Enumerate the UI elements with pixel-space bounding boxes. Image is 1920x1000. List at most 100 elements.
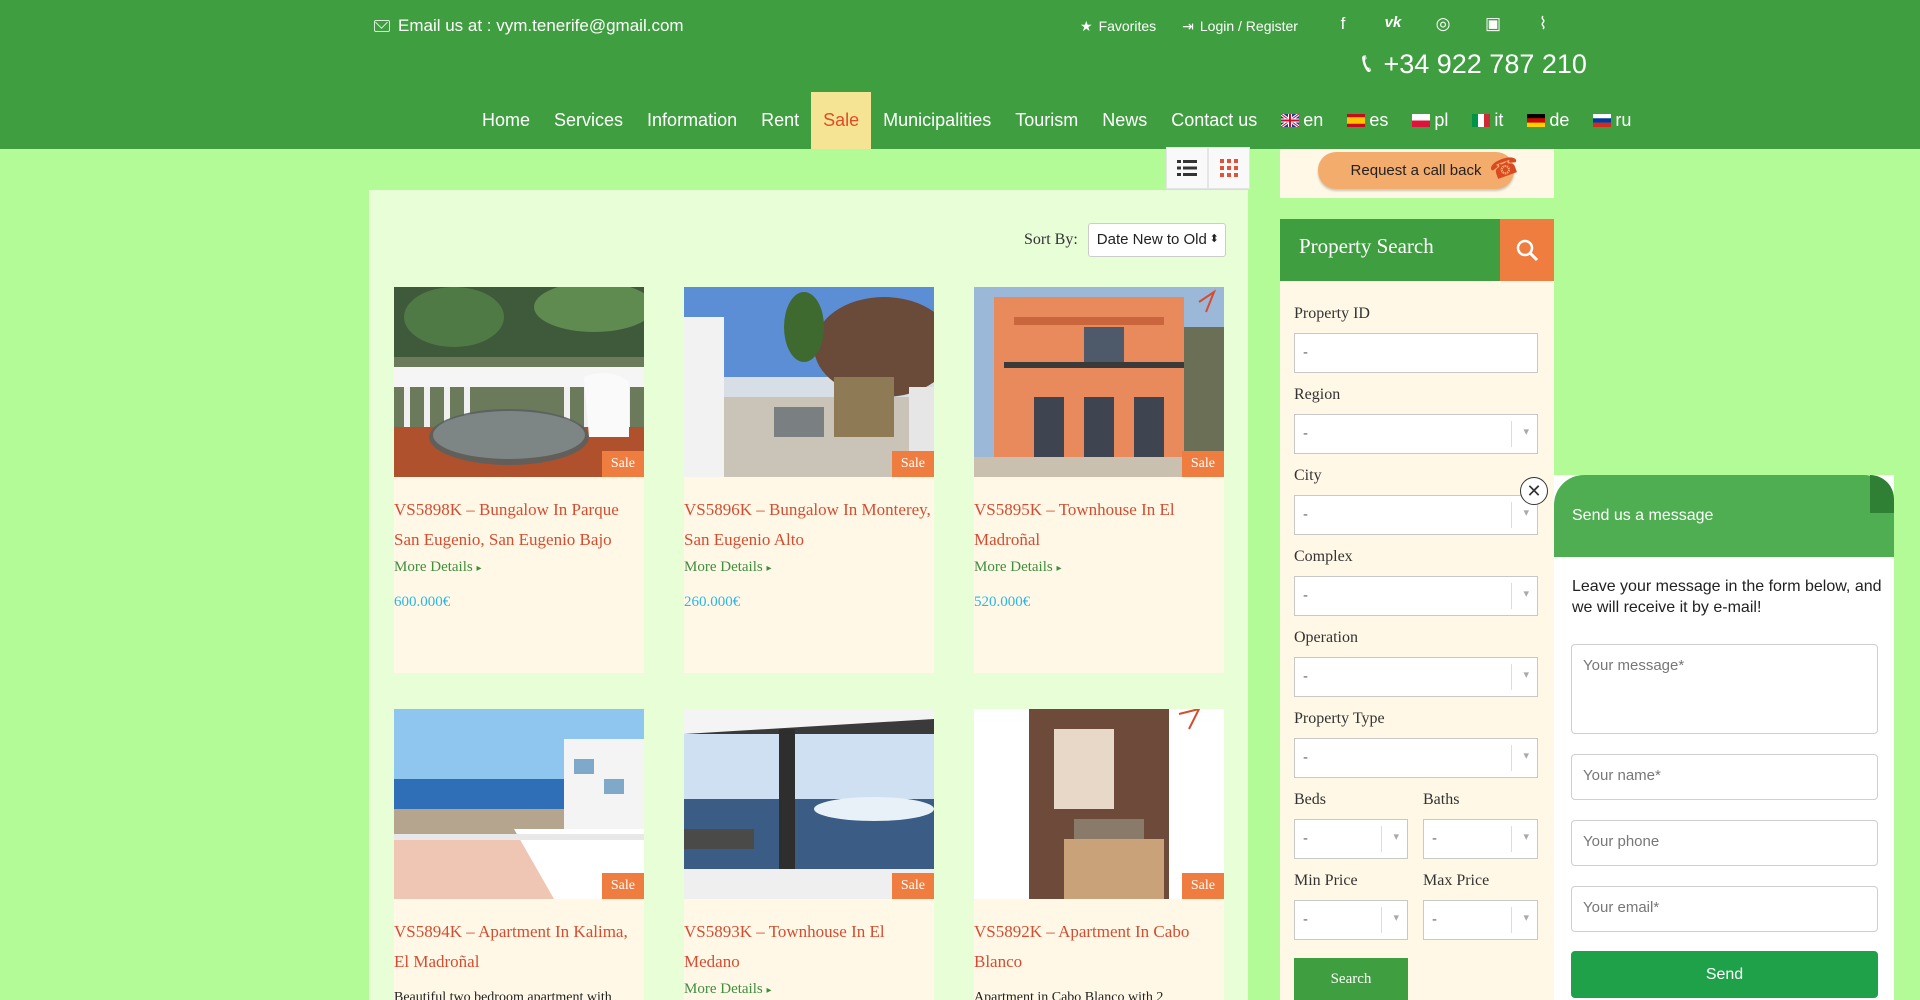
city-label: City xyxy=(1294,467,1322,484)
name-input[interactable]: Your name* xyxy=(1571,754,1878,800)
view-toggle xyxy=(1166,147,1250,189)
login-link[interactable]: ⇥ Login / Register xyxy=(1182,18,1298,35)
sale-badge: Sale xyxy=(891,873,934,899)
email-contact[interactable]: Email us at : vym.tenerife@gmail.com xyxy=(374,16,684,36)
main-nav: Home Services Information Rent Sale Muni… xyxy=(470,92,1643,149)
more-details-link[interactable]: More Details ▸ xyxy=(394,559,644,576)
property-title[interactable]: VS5893K – Townhouse In El Medano xyxy=(684,917,934,977)
star-icon: ★ xyxy=(1080,18,1093,34)
germany-flag-icon xyxy=(1527,114,1546,127)
complex-select[interactable]: - xyxy=(1294,576,1538,616)
nav-contact[interactable]: Contact us xyxy=(1159,92,1269,149)
nav-services[interactable]: Services xyxy=(542,92,635,149)
sort-select[interactable]: Date New to Old xyxy=(1087,223,1226,257)
phone-number[interactable]: 📞︎ +34 922 787 210 xyxy=(1362,48,1587,80)
city-select[interactable]: - xyxy=(1294,495,1538,535)
vk-icon[interactable]: vk xyxy=(1368,14,1418,34)
operation-select[interactable]: - xyxy=(1294,657,1538,697)
property-search-header: Property Search xyxy=(1280,219,1554,281)
russia-flag-icon xyxy=(1593,114,1612,127)
property-search-title: Property Search xyxy=(1299,234,1434,258)
min-price-select[interactable]: - xyxy=(1294,900,1408,940)
nav-rent[interactable]: Rent xyxy=(749,92,811,149)
beds-select[interactable]: - xyxy=(1294,819,1408,859)
callback-box: Request a call back ☎ xyxy=(1280,149,1554,198)
more-details-link[interactable]: More Details ▸ xyxy=(974,559,1224,576)
italy-flag-icon xyxy=(1472,114,1491,127)
close-icon[interactable]: ✕ xyxy=(1520,477,1548,505)
caret-right-icon: ▸ xyxy=(476,563,482,574)
property-price: 600.000€ xyxy=(394,594,451,610)
search-icon[interactable] xyxy=(1500,219,1554,281)
property-title[interactable]: VS5898K – Bungalow In Parque San Eugenio… xyxy=(394,495,644,555)
phone-icon: 📞︎ xyxy=(1362,48,1372,78)
phone-input[interactable]: Your phone xyxy=(1571,820,1878,866)
message-textarea[interactable]: Your message* xyxy=(1571,644,1878,734)
spain-flag-icon xyxy=(1347,114,1366,127)
property-image[interactable]: Sale xyxy=(684,287,934,477)
nav-sale[interactable]: Sale xyxy=(811,92,872,149)
sale-badge: Sale xyxy=(601,873,644,899)
min-price-label: Min Price xyxy=(1294,872,1358,889)
property-description: Apartment in Cabo Blanco with 2 bedrooms… xyxy=(974,990,1164,1000)
nav-news[interactable]: News xyxy=(1090,92,1159,149)
property-type-select[interactable]: - xyxy=(1294,738,1538,778)
instagram-icon[interactable]: ◎ xyxy=(1418,14,1468,34)
email-input[interactable]: Your email* xyxy=(1571,886,1878,932)
property-image[interactable]: Sale xyxy=(394,709,644,899)
youtube-icon[interactable]: ▣ xyxy=(1468,14,1518,34)
property-card: Sale VS5894K – Apartment In Kalima, El M… xyxy=(394,709,644,1000)
nav-tourism[interactable]: Tourism xyxy=(1003,92,1090,149)
lang-pl[interactable]: pl xyxy=(1400,92,1460,149)
lang-it[interactable]: it xyxy=(1460,92,1515,149)
property-image[interactable]: Sale xyxy=(974,709,1224,899)
lang-en[interactable]: en xyxy=(1269,92,1335,149)
lang-ru[interactable]: ru xyxy=(1581,92,1643,149)
facebook-icon[interactable]: f xyxy=(1318,14,1368,34)
property-id-input[interactable]: - xyxy=(1294,333,1538,373)
property-price: 520.000€ xyxy=(974,594,1031,610)
region-label: Region xyxy=(1294,386,1341,403)
lang-es[interactable]: es xyxy=(1335,92,1400,149)
list-view-icon[interactable] xyxy=(1166,147,1208,189)
property-card: Sale VS5892K – Apartment In Cabo Blanco … xyxy=(974,709,1224,1000)
property-image[interactable]: Sale xyxy=(974,287,1224,477)
property-title[interactable]: VS5895K – Townhouse In El Madroñal xyxy=(974,495,1224,555)
property-image[interactable]: Sale xyxy=(684,709,934,899)
property-card: Sale VS5893K – Townhouse In El Medano Mo… xyxy=(684,709,934,1000)
sort-control: Sort By: Date New to Old xyxy=(1024,223,1226,257)
phone-handset-icon: ☎ xyxy=(1486,150,1524,187)
sign-in-icon: ⇥ xyxy=(1182,18,1194,34)
lang-de[interactable]: de xyxy=(1515,92,1581,149)
operation-label: Operation xyxy=(1294,629,1358,646)
complex-label: Complex xyxy=(1294,548,1353,565)
property-description: Beautiful two bedroom apartment with xyxy=(394,990,612,1000)
property-image[interactable]: Sale xyxy=(394,287,644,477)
max-price-select[interactable]: - xyxy=(1423,900,1538,940)
message-widget-intro: Leave your message in the form below, an… xyxy=(1572,578,1882,616)
property-title[interactable]: VS5892K – Apartment In Cabo Blanco xyxy=(974,917,1224,977)
property-card: Sale VS5898K – Bungalow In Parque San Eu… xyxy=(394,287,644,673)
baths-select[interactable]: - xyxy=(1423,819,1538,859)
message-widget: Send us a message Leave your message in … xyxy=(1554,475,1894,1000)
caret-right-icon: ▸ xyxy=(1056,563,1062,574)
property-title[interactable]: VS5896K – Bungalow In Monterey, San Euge… xyxy=(684,495,934,555)
region-select[interactable]: - xyxy=(1294,414,1538,454)
max-price-label: Max Price xyxy=(1423,872,1490,889)
property-price: 260.000€ xyxy=(684,594,741,610)
more-details-link[interactable]: More Details ▸ xyxy=(684,559,934,576)
nav-home[interactable]: Home xyxy=(470,92,542,149)
property-type-label: Property Type xyxy=(1294,710,1385,727)
email-text: Email us at : vym.tenerife@gmail.com xyxy=(398,16,684,35)
grid-view-icon[interactable] xyxy=(1208,147,1250,189)
message-widget-header: Send us a message xyxy=(1554,475,1894,557)
rss-icon[interactable]: ⌇ xyxy=(1518,14,1568,34)
search-button[interactable]: Search xyxy=(1294,958,1408,1000)
property-title[interactable]: VS5894K – Apartment In Kalima, El Madroñ… xyxy=(394,917,644,977)
favorites-link[interactable]: ★ Favorites xyxy=(1080,18,1156,35)
send-button[interactable]: Send xyxy=(1571,951,1878,998)
request-callback-button[interactable]: Request a call back ☎ xyxy=(1318,151,1524,189)
nav-information[interactable]: Information xyxy=(635,92,749,149)
nav-municipalities[interactable]: Municipalities xyxy=(871,92,1003,149)
more-details-link[interactable]: More Details ▸ xyxy=(684,981,934,998)
